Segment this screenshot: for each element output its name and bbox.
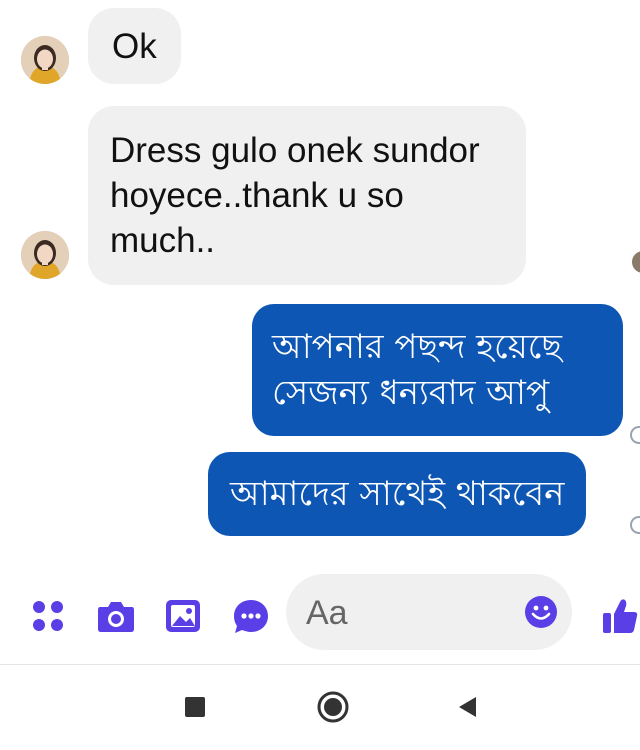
thumbs-up-icon[interactable] bbox=[600, 596, 640, 636]
back-icon[interactable] bbox=[456, 695, 478, 719]
delivered-receipt-icon bbox=[630, 426, 640, 444]
message-composer[interactable] bbox=[286, 574, 572, 650]
system-navigation-bar bbox=[0, 665, 640, 750]
message-text: আপনার পছন্দ হয়েছে সেজন্য ধন্যবাদ আপু bbox=[272, 327, 562, 413]
seen-avatar-edge bbox=[632, 251, 640, 273]
camera-icon[interactable] bbox=[96, 598, 136, 634]
incoming-message[interactable]: Dress gulo onek sundor hoyece..thank u s… bbox=[88, 106, 526, 285]
apps-icon[interactable] bbox=[30, 598, 66, 634]
delivered-receipt-icon bbox=[630, 516, 640, 534]
recent-apps-icon[interactable] bbox=[185, 697, 205, 717]
incoming-message[interactable]: Ok bbox=[88, 8, 181, 84]
outgoing-message[interactable]: আমাদের সাথেই থাকবেন bbox=[208, 452, 587, 536]
contact-avatar[interactable] bbox=[21, 231, 69, 279]
chat-bubble-icon[interactable] bbox=[232, 598, 270, 636]
message-text: Ok bbox=[112, 26, 157, 66]
emoji-icon[interactable] bbox=[524, 595, 558, 629]
message-input[interactable] bbox=[304, 592, 508, 634]
outgoing-message[interactable]: আপনার পছন্দ হয়েছে সেজন্য ধন্যবাদ আপু bbox=[252, 304, 623, 436]
home-icon[interactable] bbox=[316, 690, 350, 724]
contact-avatar[interactable] bbox=[21, 36, 69, 84]
image-icon[interactable] bbox=[164, 598, 202, 634]
message-text: আমাদের সাথেই থাকবেন bbox=[230, 474, 565, 514]
message-text: Dress gulo onek sundor hoyece..thank u s… bbox=[110, 131, 480, 260]
